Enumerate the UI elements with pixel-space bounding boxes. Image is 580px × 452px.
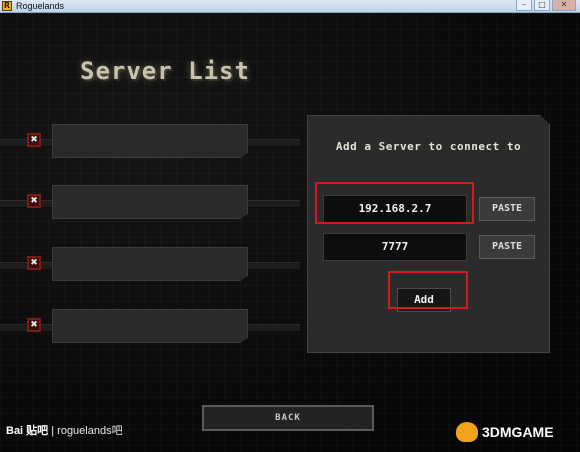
page-title: Server List [80, 57, 250, 85]
watermark-baidu: Bai 贴吧 | roguelands吧 [6, 424, 123, 438]
server-slot: ✖ [0, 309, 300, 343]
window-title: Roguelands [16, 1, 65, 11]
paste-ip-button[interactable]: PASTE [479, 197, 535, 221]
minimize-button[interactable]: – [516, 0, 532, 11]
close-button[interactable]: ✕ [552, 0, 576, 11]
paste-port-button[interactable]: PASTE [479, 235, 535, 259]
watermark-3dmgame: 3DMGAME [456, 420, 576, 446]
server-slot: ✖ [0, 185, 300, 219]
highlight-frame-ip [315, 182, 474, 224]
watermark-site-text: 3DMGAME [482, 424, 554, 440]
delete-server-button[interactable]: ✖ [27, 194, 41, 208]
server-entry-button[interactable] [52, 247, 248, 281]
delete-server-button[interactable]: ✖ [27, 256, 41, 270]
port-field[interactable]: 7777 [323, 233, 467, 261]
fox-logo-icon [456, 422, 478, 442]
delete-server-button[interactable]: ✖ [27, 133, 41, 147]
close-icon: ✖ [30, 135, 38, 145]
server-slot: ✖ [0, 124, 300, 158]
title-bar: R Roguelands – □ ✕ [0, 0, 580, 13]
close-icon: ✖ [30, 196, 38, 206]
close-icon: ✖ [30, 258, 38, 268]
app-icon: R [2, 1, 12, 11]
watermark-forum-text: | roguelands吧 [51, 425, 123, 437]
add-server-panel: Add a Server to connect to 192.168.2.7 P… [307, 115, 550, 353]
window-controls: – □ ✕ [516, 0, 576, 11]
server-entry-button[interactable] [52, 185, 248, 219]
game-viewport: Server List ✖ ✖ ✖ ✖ Add a Server to conn… [0, 13, 580, 452]
server-entry-button[interactable] [52, 309, 248, 343]
delete-server-button[interactable]: ✖ [27, 318, 41, 332]
back-button[interactable]: BACK [202, 405, 374, 431]
close-icon: ✖ [30, 320, 38, 330]
server-slot: ✖ [0, 247, 300, 281]
maximize-button[interactable]: □ [534, 0, 550, 11]
server-entry-button[interactable] [52, 124, 248, 158]
game-window: R Roguelands – □ ✕ Server List ✖ ✖ ✖ ✖ A… [0, 0, 580, 452]
panel-heading: Add a Server to connect to [335, 140, 522, 153]
baidu-logo: Bai 贴吧 [6, 425, 49, 437]
highlight-frame-add [388, 271, 468, 309]
